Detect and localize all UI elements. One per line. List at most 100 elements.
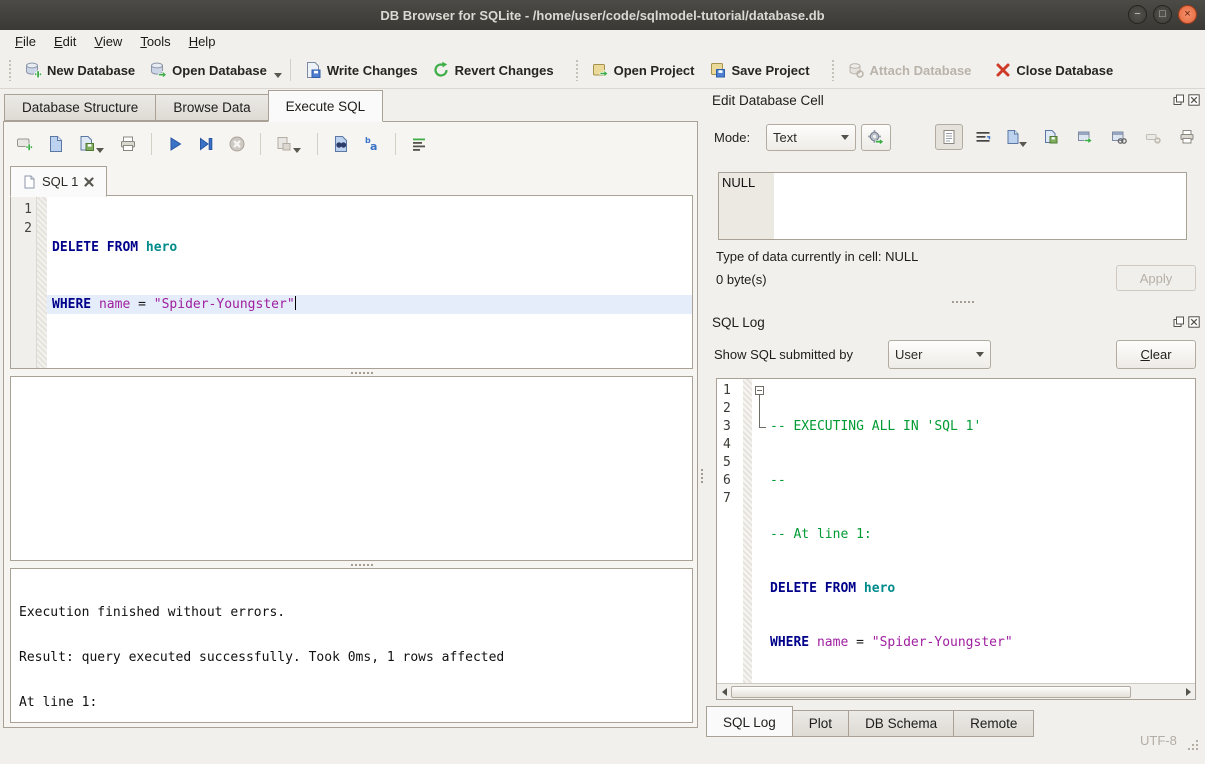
scroll-right-icon[interactable] bbox=[1181, 684, 1195, 699]
fold-collapse-icon[interactable] bbox=[755, 386, 764, 395]
chevron-down-icon bbox=[841, 135, 849, 140]
dock-tab-plot[interactable]: Plot bbox=[793, 710, 849, 737]
save-sql-file-button[interactable] bbox=[78, 135, 106, 153]
open-external-button[interactable] bbox=[1071, 124, 1099, 150]
close-dock-icon[interactable] bbox=[1188, 316, 1200, 328]
menu-edit[interactable]: Edit bbox=[45, 32, 85, 51]
sql-log-filter-value: User bbox=[895, 347, 968, 362]
scroll-left-icon[interactable] bbox=[717, 684, 731, 699]
apply-button[interactable]: Apply bbox=[1116, 265, 1196, 291]
menu-view[interactable]: View bbox=[85, 32, 131, 51]
save-project-button[interactable]: Save Project bbox=[702, 57, 817, 83]
close-dock-icon[interactable] bbox=[1188, 94, 1200, 106]
import-cell-button[interactable] bbox=[1003, 124, 1031, 150]
write-changes-label: Write Changes bbox=[327, 63, 418, 78]
cell-editor-area[interactable] bbox=[774, 173, 1186, 239]
editor-code-area[interactable]: DELETE FROM hero WHERE name = "Spider-Yo… bbox=[47, 196, 692, 368]
find-button[interactable] bbox=[332, 135, 350, 153]
open-file-icon bbox=[47, 135, 65, 153]
dock-tab-db-schema[interactable]: DB Schema bbox=[849, 710, 954, 737]
import-dropdown-icon[interactable] bbox=[1019, 142, 1027, 147]
revert-changes-button[interactable]: Revert Changes bbox=[425, 57, 561, 83]
sql-log-panel[interactable]: 1 2 3 4 5 6 7 -- EXECUTING ALL IN 'SQL 1… bbox=[716, 378, 1196, 700]
tab-browse-data[interactable]: Browse Data bbox=[155, 94, 267, 121]
export-results-dropdown-icon[interactable] bbox=[293, 148, 301, 153]
sql-log-filter-select[interactable]: User bbox=[888, 340, 991, 369]
cell-type-text: Type of data currently in cell: NULL bbox=[716, 249, 918, 264]
link-data-button[interactable] bbox=[1105, 124, 1133, 150]
print-cell-button[interactable] bbox=[1173, 124, 1201, 150]
write-changes-button[interactable]: Write Changes bbox=[297, 57, 425, 83]
set-null-button[interactable] bbox=[1139, 124, 1167, 150]
menu-help[interactable]: Help bbox=[180, 32, 225, 51]
new-database-button[interactable]: New Database bbox=[17, 57, 142, 83]
open-database-dropdown-icon[interactable] bbox=[274, 73, 282, 78]
format-sql-button[interactable]: b a bbox=[363, 135, 381, 153]
close-icon[interactable]: × bbox=[1178, 5, 1197, 24]
dock-tab-remote[interactable]: Remote bbox=[954, 710, 1034, 737]
gear-arrow-icon bbox=[867, 129, 885, 147]
log-line-1: -- EXECUTING ALL IN 'SQL 1' bbox=[768, 418, 1195, 436]
log-line-2: -- bbox=[768, 472, 1195, 490]
export-cell-button[interactable] bbox=[1037, 124, 1065, 150]
print-sql-button[interactable] bbox=[119, 135, 137, 153]
stop-button[interactable] bbox=[228, 135, 246, 153]
execute-all-button[interactable] bbox=[166, 135, 184, 153]
mode-select[interactable]: Text bbox=[766, 124, 856, 151]
dock-splitter[interactable] bbox=[903, 298, 1003, 305]
attach-database-button[interactable]: Attach Database bbox=[840, 57, 979, 83]
line-number: 5 bbox=[723, 454, 743, 472]
sql-editor[interactable]: 1 2 DELETE FROM hero WHERE name = "Spide… bbox=[10, 195, 693, 369]
toolbar-handle[interactable] bbox=[575, 59, 580, 81]
clear-log-button[interactable]: Clear bbox=[1116, 340, 1196, 369]
save-sql-dropdown-icon[interactable] bbox=[96, 148, 104, 153]
cell-editor[interactable]: NULL bbox=[718, 172, 1187, 240]
menu-file[interactable]: File bbox=[6, 32, 45, 51]
log-line-3: -- At line 1: bbox=[768, 526, 1195, 544]
text-mode-button[interactable] bbox=[935, 124, 963, 150]
sql-toolbar-separator bbox=[317, 133, 318, 155]
open-sql-file-button[interactable] bbox=[47, 135, 65, 153]
dock-tab-sql-log[interactable]: SQL Log bbox=[706, 706, 793, 737]
close-database-icon bbox=[995, 62, 1011, 78]
toolbar-handle[interactable] bbox=[831, 59, 836, 81]
save-project-label: Save Project bbox=[732, 63, 810, 78]
word-wrap-button[interactable] bbox=[969, 124, 997, 150]
execution-message-panel[interactable]: Execution finished without errors. Resul… bbox=[10, 568, 693, 723]
open-project-icon bbox=[591, 61, 609, 79]
results-message-splitter[interactable] bbox=[10, 561, 693, 568]
editor-results-splitter[interactable] bbox=[10, 369, 693, 376]
resize-grip[interactable] bbox=[1192, 744, 1194, 746]
float-dock-icon[interactable] bbox=[1173, 94, 1185, 106]
code-line-2-current: WHERE name = "Spider-Youngster" bbox=[47, 295, 692, 314]
line-number: 7 bbox=[723, 490, 743, 508]
open-database-icon bbox=[149, 61, 167, 79]
titlebar[interactable]: DB Browser for SQLite - /home/user/code/… bbox=[0, 0, 1205, 31]
open-database-button[interactable]: Open Database bbox=[142, 57, 274, 83]
execute-line-button[interactable] bbox=[197, 135, 215, 153]
export-results-button[interactable] bbox=[275, 135, 303, 153]
menu-tools[interactable]: Tools bbox=[131, 32, 179, 51]
scrollbar-thumb[interactable] bbox=[731, 686, 1131, 698]
tab-execute-sql[interactable]: Execute SQL bbox=[268, 90, 384, 122]
log-code-area[interactable]: -- EXECUTING ALL IN 'SQL 1' -- -- At lin… bbox=[768, 379, 1195, 699]
window-title: DB Browser for SQLite - /home/user/code/… bbox=[380, 8, 824, 23]
toggle-results-button[interactable] bbox=[410, 135, 428, 153]
minimize-icon[interactable]: − bbox=[1128, 5, 1147, 24]
new-sql-tab-button[interactable] bbox=[16, 135, 34, 153]
sql-toolbar-separator bbox=[395, 133, 396, 155]
open-project-button[interactable]: Open Project bbox=[584, 57, 702, 83]
sql1-tab[interactable]: SQL 1 bbox=[10, 166, 107, 197]
auto-apply-button[interactable] bbox=[861, 124, 891, 151]
write-changes-icon bbox=[304, 61, 322, 79]
float-dock-icon[interactable] bbox=[1173, 316, 1185, 328]
close-tab-icon[interactable] bbox=[84, 177, 94, 187]
tab-database-structure[interactable]: Database Structure bbox=[4, 94, 155, 121]
results-grid[interactable] bbox=[10, 376, 693, 561]
close-database-button[interactable]: Close Database bbox=[988, 58, 1120, 82]
svg-text:a: a bbox=[370, 140, 377, 153]
toolbar-handle[interactable] bbox=[8, 59, 13, 81]
log-horizontal-scrollbar[interactable] bbox=[717, 683, 1195, 699]
maximize-icon[interactable]: □ bbox=[1153, 5, 1172, 24]
cell-value: NULL bbox=[722, 175, 755, 190]
